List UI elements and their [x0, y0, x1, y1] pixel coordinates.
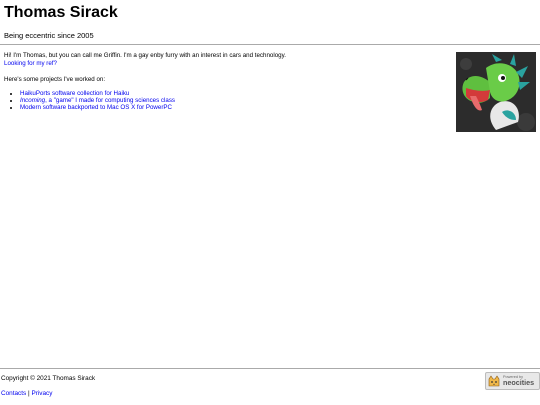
footer-separator: |	[28, 390, 30, 397]
site-header: Thomas Sirack Being eccentric since 2005	[4, 3, 118, 40]
main-content: Hi! I'm Thomas, but you can call me Grif…	[4, 52, 444, 111]
project-link-ppc[interactable]: Modern software backported to Mac OS X f…	[20, 104, 172, 111]
privacy-link[interactable]: Privacy	[31, 390, 52, 397]
green-dragon-avatar-icon	[456, 52, 536, 132]
ref-link[interactable]: Looking for my ref?	[4, 60, 57, 67]
list-item: Incoming, a "game" I made for computing …	[20, 97, 444, 104]
project-link-incoming[interactable]: Incoming, a "game" I made for computing …	[20, 97, 175, 104]
project-link-haikuports[interactable]: HaikuPorts software collection for Haiku	[20, 90, 129, 97]
header-divider	[0, 44, 540, 45]
projects-heading: Here's some projects I've worked on:	[4, 76, 106, 83]
intro-text: Hi! I'm Thomas, but you can call me Grif…	[4, 52, 286, 59]
avatar	[456, 52, 536, 132]
list-item: Modern software backported to Mac OS X f…	[20, 104, 444, 111]
project-label: , a "game" I made for computing sciences…	[45, 97, 176, 104]
projects-list: HaikuPorts software collection for Haiku…	[4, 90, 444, 111]
project-emphasis: Incoming	[20, 97, 46, 104]
neocities-cat-icon	[487, 374, 501, 388]
page-tagline: Being eccentric since 2005	[4, 31, 94, 40]
neocities-text: Powered by neocities	[503, 375, 535, 388]
footer-links: Contacts | Privacy	[1, 390, 52, 397]
list-item: HaikuPorts software collection for Haiku	[20, 90, 444, 97]
neocities-badge[interactable]: Powered by neocities	[485, 372, 540, 390]
neocities-wordmark: neocities	[503, 378, 535, 388]
footer-copyright: Copyright © 2021 Thomas Sirack	[1, 375, 96, 382]
contacts-link[interactable]: Contacts	[1, 390, 26, 397]
footer-divider	[0, 368, 540, 369]
page-title: Thomas Sirack	[4, 4, 118, 21]
